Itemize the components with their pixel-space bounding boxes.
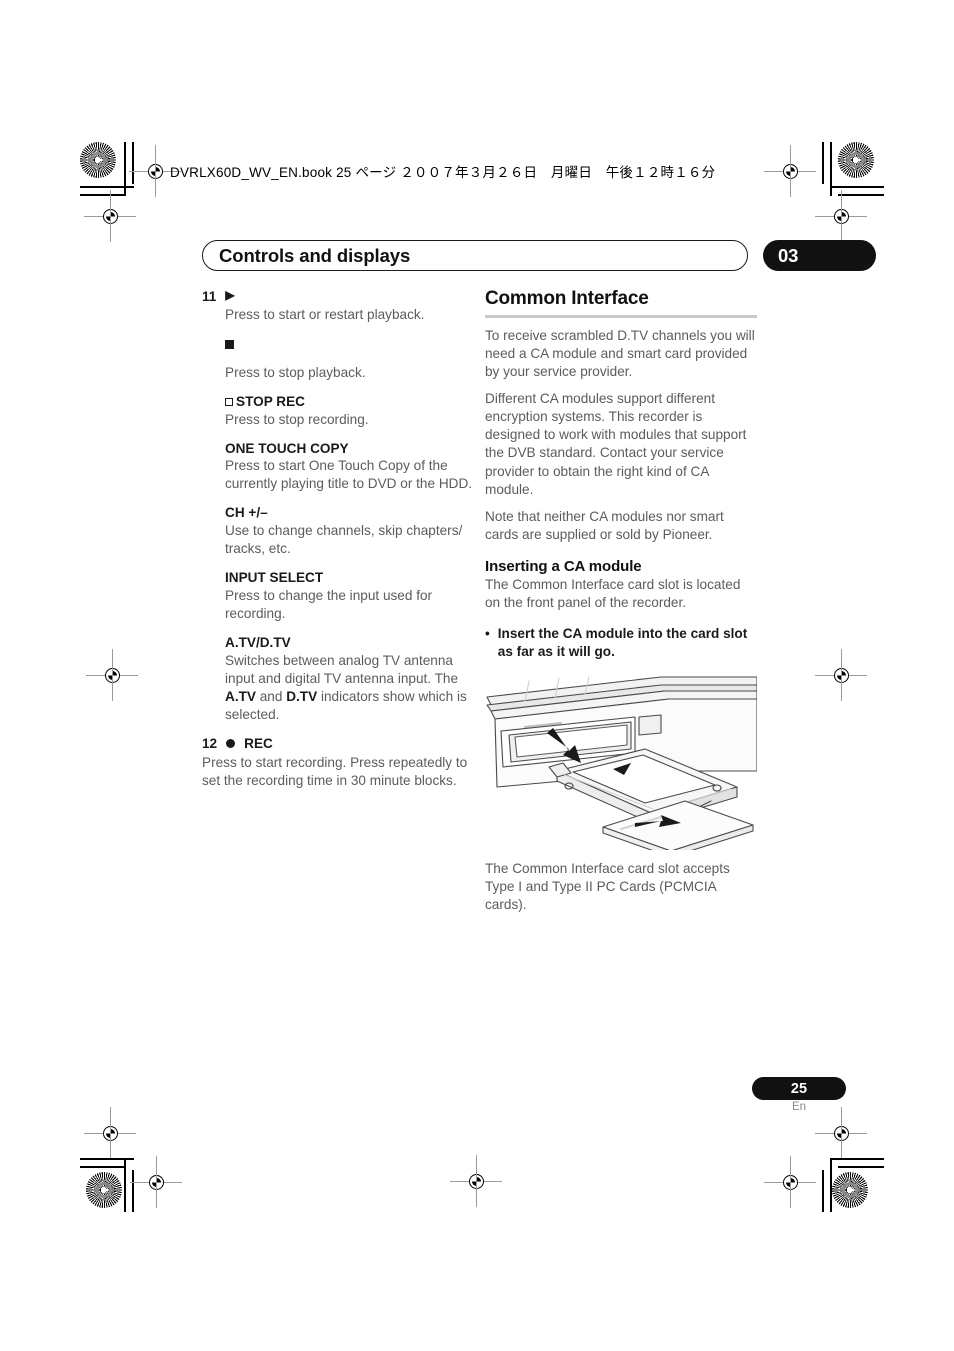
one-touch-copy-description: Press to start One Touch Copy of the cur… xyxy=(225,458,473,492)
play-icon: ▶ xyxy=(225,288,235,302)
section-heading-common-interface: Common Interface xyxy=(485,288,649,309)
atv-indicator-label: A.TV xyxy=(225,688,256,704)
term-ch-plus-minus: CH +/– xyxy=(225,505,268,521)
rec-dot-icon xyxy=(226,739,236,749)
list-item-12: 12 REC xyxy=(202,735,474,753)
left-column: 11 ▶ Press to start or restart playback.… xyxy=(202,288,474,799)
page-language-code: En xyxy=(791,1101,807,1113)
stop-rec-square-icon xyxy=(225,397,233,406)
crop-corner-bottom-left xyxy=(80,1158,134,1212)
atv-dtv-description: Switches between analog TV antenna input… xyxy=(225,652,474,724)
stop-rec-description: Press to stop recording. xyxy=(225,411,369,427)
page-title: Controls and displays xyxy=(219,244,411,266)
stop-description: Press to stop playback. xyxy=(225,364,366,380)
instruction-step-text: Insert the CA module into the card slot … xyxy=(497,626,748,660)
right-column: Common Interface To receive scrambled D.… xyxy=(485,288,757,923)
term-stop-rec: STOP REC xyxy=(225,393,474,411)
subsection-heading-inserting-ca-module: Inserting a CA module xyxy=(485,557,642,575)
atv-dtv-desc-part2: and xyxy=(255,688,287,704)
term-one-touch-copy: ONE TOUCH COPY xyxy=(225,440,349,456)
subsection-paragraph: The Common Interface card slot is locate… xyxy=(485,576,741,610)
chapter-title-bar: Controls and displays xyxy=(202,240,748,271)
book-path-line: DVRLX60D_WV_EN.book 25 ページ ２００７年３月２６日 月曜… xyxy=(170,165,716,180)
ca-module-insertion-diagram xyxy=(485,675,757,851)
page-number: 25 xyxy=(790,1080,808,1097)
term-input-select: INPUT SELECT xyxy=(225,570,324,586)
instruction-step: • Insert the CA module into the card slo… xyxy=(485,625,757,661)
item-number-12: 12 xyxy=(202,736,218,752)
dtv-indicator-label: D.TV xyxy=(286,688,318,704)
term-rec-label: REC xyxy=(244,736,273,752)
input-select-description: Press to change the input used for recor… xyxy=(225,587,433,621)
list-item-11: 11 ▶ xyxy=(202,288,474,306)
stop-square-icon xyxy=(225,339,234,349)
crop-corner-top-right xyxy=(822,142,884,196)
item-11-description: Press to start or restart playback. xyxy=(225,306,425,322)
stop-symbol-row xyxy=(225,336,474,354)
rec-description: Press to start recording. Press repeated… xyxy=(202,754,468,788)
chapter-number-label: 03 xyxy=(778,244,799,266)
term-stop-rec-label: STOP REC xyxy=(236,393,305,409)
term-atv-dtv: A.TV/D.TV xyxy=(225,635,291,651)
paragraph-2: Different CA modules support different e… xyxy=(485,391,747,497)
page-number-badge: 25 xyxy=(752,1077,846,1100)
item-number-11: 11 xyxy=(202,289,217,304)
crop-corner-top-left xyxy=(80,142,134,196)
bullet-icon: • xyxy=(485,626,490,642)
crop-corner-bottom-right xyxy=(822,1158,884,1212)
figure-caption: The Common Interface card slot accepts T… xyxy=(485,861,730,913)
ch-plus-minus-description: Use to change channels, skip chapters/ t… xyxy=(225,523,463,557)
atv-dtv-desc-part1: Switches between analog TV antenna input… xyxy=(225,652,459,686)
paragraph-1: To receive scrambled D.TV channels you w… xyxy=(485,328,755,380)
section-heading-rule xyxy=(485,315,757,318)
chapter-number-badge: 03 xyxy=(763,240,876,271)
paragraph-3: Note that neither CA modules nor smart c… xyxy=(485,508,724,542)
